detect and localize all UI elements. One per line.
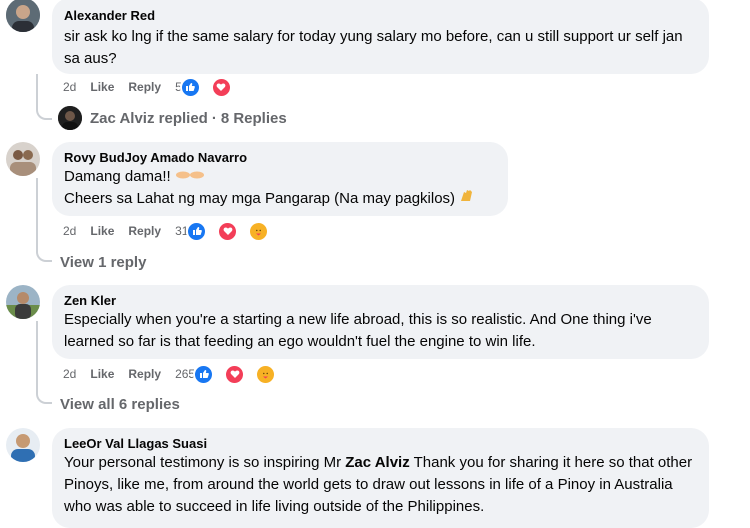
comment-author[interactable]: Alexander Red xyxy=(64,7,697,24)
replies-count: 8 Replies xyxy=(220,109,287,127)
comment-text: Especially when you're a starting a new … xyxy=(64,311,652,350)
comment-text: Damang dama!! xyxy=(64,168,171,185)
comment-actions: 2d Like Reply 265 xyxy=(63,363,290,385)
comment-author[interactable]: Rovy BudJoy Amado Navarro xyxy=(64,149,496,166)
like-reaction-icon xyxy=(186,220,208,242)
comment-line-2: Cheers sa Lahat ng may mga Pangarap (Na … xyxy=(64,188,496,210)
comment-text: Cheers sa Lahat ng may mga Pangarap (Na … xyxy=(64,190,456,208)
reply-button[interactable]: Reply xyxy=(128,80,161,94)
comment-author[interactable]: Zen Kler xyxy=(64,292,697,309)
replies-summary[interactable]: Zac Alviz replied · 8 Replies xyxy=(58,106,287,130)
thread-line xyxy=(36,74,38,100)
avatar[interactable] xyxy=(6,428,40,462)
comment-time[interactable]: 2d xyxy=(63,224,76,238)
like-reaction-icon xyxy=(193,363,215,385)
reactions-summary[interactable]: 31 xyxy=(175,220,283,242)
reply-button[interactable]: Reply xyxy=(128,224,161,238)
like-button[interactable]: Like xyxy=(90,224,114,238)
thread-line xyxy=(36,178,38,242)
thread-curve xyxy=(36,242,52,262)
avatar[interactable] xyxy=(6,142,40,176)
reactions-summary[interactable]: 265 xyxy=(175,363,290,385)
avatar[interactable] xyxy=(6,285,40,319)
comment-bubble: LeeOr Val Llagas Suasi Your personal tes… xyxy=(52,428,709,528)
view-replies-link[interactable]: View 1 reply xyxy=(60,254,146,271)
comment-bubble: Alexander Red sir ask ko lng if the same… xyxy=(52,0,709,74)
like-button[interactable]: Like xyxy=(90,367,114,381)
comment-bubble: Zen Kler Especially when you're a starti… xyxy=(52,285,709,359)
comment-line-1: Damang dama!! xyxy=(64,166,496,188)
comment-text: Your personal testimony is so inspiring … xyxy=(64,452,697,518)
heart-reaction-icon xyxy=(217,220,239,242)
heart-reaction-icon xyxy=(224,363,246,385)
like-button[interactable]: Like xyxy=(90,80,114,94)
like-reaction-icon xyxy=(179,76,201,98)
comment-author[interactable]: LeeOr Val Llagas Suasi xyxy=(64,435,697,452)
care-reaction-icon xyxy=(255,363,277,385)
reply-button[interactable]: Reply xyxy=(128,367,161,381)
separator-dot: · xyxy=(211,109,217,127)
heart-reaction-icon xyxy=(210,76,232,98)
care-reaction-icon xyxy=(248,220,270,242)
thread-curve xyxy=(36,100,52,120)
comment-text: sir ask ko lng if the same salary for to… xyxy=(64,28,683,67)
clapping-hands-emoji-icon xyxy=(459,188,475,210)
replier-name: Zac Alviz replied xyxy=(90,109,208,127)
comment-time[interactable]: 2d xyxy=(63,80,76,94)
reactions-summary[interactable]: 5 xyxy=(175,76,246,98)
comment-actions: 2d Like Reply 5 xyxy=(63,76,246,98)
view-replies-link[interactable]: View all 6 replies xyxy=(60,396,180,413)
comment-text-part: Your personal testimony is so inspiring … xyxy=(64,454,346,471)
avatar[interactable] xyxy=(6,0,40,32)
comment-actions: 2d Like Reply 31 xyxy=(63,220,283,242)
handshake-emoji-icon xyxy=(175,166,205,188)
comment-bubble: Rovy BudJoy Amado Navarro Damang dama!! … xyxy=(52,142,508,216)
comment-time[interactable]: 2d xyxy=(63,367,76,381)
replier-avatar xyxy=(58,106,82,130)
reaction-count: 265 xyxy=(175,367,196,381)
thread-curve xyxy=(36,384,52,404)
thread-line xyxy=(36,321,38,384)
mention-link[interactable]: Zac Alviz xyxy=(345,454,409,471)
